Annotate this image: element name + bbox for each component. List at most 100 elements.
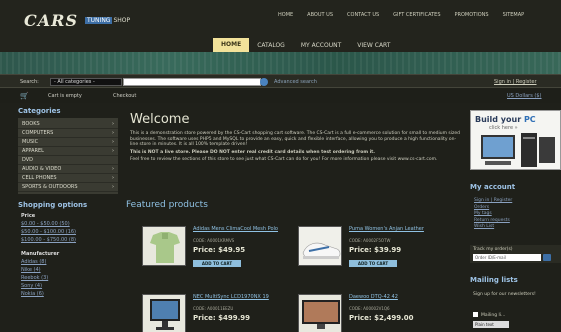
- tuning-badge: TUNING: [85, 17, 113, 24]
- ad-title: Build your PC: [475, 115, 536, 124]
- tuning-shop-label: TUNING SHOP: [85, 17, 130, 24]
- category-item[interactable]: SPORTS & OUTDOORS ›: [18, 183, 118, 192]
- add-to-cart-button[interactable]: ADD TO CART: [349, 260, 397, 267]
- welcome-paragraph: This is a demonstration store powered by…: [130, 131, 461, 147]
- category-item[interactable]: BOOKS ›: [18, 120, 118, 129]
- product-price: Price: $499.99: [193, 314, 250, 322]
- product-image[interactable]: [298, 226, 342, 266]
- product-card: Daewoo DTQ-42 42 CODE: A00002V1Q6 Price:…: [298, 294, 458, 332]
- tab-home[interactable]: HOME: [213, 38, 250, 52]
- category-item[interactable]: MUSIC ›: [18, 138, 118, 147]
- category-item[interactable]: DVD: [18, 156, 118, 165]
- chevron-right-icon: ›: [112, 139, 114, 145]
- product-name-link[interactable]: Daewoo DTQ-42 42: [349, 294, 459, 300]
- manufacturer-link[interactable]: Sony (4): [18, 282, 118, 290]
- currency-select[interactable]: US Dollars ($): [507, 93, 542, 99]
- chevron-right-icon: ›: [112, 166, 114, 172]
- top-link-sitemap[interactable]: SITEMAP: [503, 12, 525, 18]
- account-links: Sign in | Register Orders My tags Return…: [474, 198, 559, 231]
- product-name-link[interactable]: NEC MultiSync LCD1970NX 19: [193, 294, 303, 300]
- cart-status[interactable]: Cart is empty: [48, 93, 82, 99]
- category-select[interactable]: - All categories -: [50, 78, 122, 86]
- tab-catalog[interactable]: CATALOG: [249, 40, 293, 52]
- site-logo[interactable]: CARS: [24, 11, 78, 30]
- track-order-input[interactable]: Order ID/E-mail: [473, 254, 541, 261]
- checkout-link[interactable]: Checkout: [113, 93, 136, 99]
- product-name-link[interactable]: Adidas Mens ClimaCool Mesh Polo: [193, 226, 303, 232]
- shop-text: SHOP: [113, 17, 131, 24]
- price-range-link[interactable]: $0.00 - $50.00 (50): [18, 220, 118, 228]
- product-price: Price: $49.95: [193, 246, 246, 254]
- chevron-right-icon: ›: [112, 175, 114, 181]
- header-banner: [0, 52, 561, 74]
- chevron-right-icon: ›: [112, 121, 114, 127]
- account-link-wishlist[interactable]: Wish List: [474, 224, 559, 231]
- product-code: CODE: A00011EEZU: [193, 306, 234, 311]
- welcome-text: This is a demonstration store powered by…: [130, 131, 460, 165]
- computer-icon: [481, 133, 555, 167]
- price-range-link[interactable]: $100.00 - $750.00 (8): [18, 236, 118, 244]
- chevron-right-icon: ›: [112, 148, 114, 154]
- top-links: HOME ABOUT US CONTACT US GIFT CERTIFICAT…: [278, 12, 524, 18]
- top-link-about[interactable]: ABOUT US: [307, 12, 333, 18]
- product-price: Price: $39.99: [349, 246, 402, 254]
- advanced-search-link[interactable]: Advanced search: [274, 79, 317, 85]
- welcome-title: Welcome: [130, 112, 190, 127]
- main-tabs: HOME CATALOG MY ACCOUNT VIEW CART: [213, 38, 398, 52]
- my-account-title: My account: [470, 183, 516, 191]
- cart-bar: 🛒 Cart is empty Checkout US Dollars ($): [0, 89, 561, 103]
- product-card: Adidas Mens ClimaCool Mesh Polo CODE: A0…: [142, 226, 302, 270]
- manufacturer-link[interactable]: Reebok (3): [18, 274, 118, 282]
- track-order-label: Track my order(s): [473, 247, 513, 252]
- mailing-text: Sign up for our newsletters!: [473, 292, 536, 297]
- mailing-lists-title: Mailing lists: [470, 276, 518, 284]
- category-item[interactable]: APPAREL ›: [18, 147, 118, 156]
- manufacturer-filter-title: Manufacturer: [21, 251, 60, 257]
- search-label: Search:: [20, 79, 39, 85]
- manufacturer-link[interactable]: Adidas (8): [18, 258, 118, 266]
- product-name-link[interactable]: Puma Women's Anjan Leather: [349, 226, 459, 232]
- product-price: Price: $2,499.00: [349, 314, 414, 322]
- category-list: BOOKS › COMPUTERS › MUSIC › APPAREL › DVD AU…: [18, 118, 118, 194]
- mailing-list-option[interactable]: Mailing li...: [473, 312, 505, 318]
- product-code: CODE: A00002V1Q6: [349, 306, 390, 311]
- top-link-promotions[interactable]: PROMOTIONS: [455, 12, 489, 18]
- track-order-box: Track my order(s) Order ID/E-mail: [470, 245, 561, 263]
- mailing-checkbox[interactable]: [473, 312, 478, 317]
- top-link-home[interactable]: HOME: [278, 12, 293, 18]
- build-your-pc-banner[interactable]: Build your PC click here »: [470, 110, 561, 170]
- product-card: Puma Women's Anjan Leather CODE: A0002F5…: [298, 226, 458, 270]
- left-sidebar: Categories BOOKS › COMPUTERS › MUSIC › APPA…: [18, 107, 118, 298]
- ad-click-link[interactable]: click here »: [489, 125, 518, 131]
- category-item[interactable]: COMPUTERS ›: [18, 129, 118, 138]
- manufacturer-link[interactable]: Nike (4): [18, 266, 118, 274]
- product-image[interactable]: [142, 226, 186, 266]
- categories-title: Categories: [18, 107, 61, 115]
- product-code: CODE: A0001KRMVS: [193, 238, 235, 243]
- mailing-format-select[interactable]: Plain text: [473, 321, 509, 328]
- sign-in-register-link[interactable]: Sign in | Register: [494, 79, 537, 85]
- tab-my-account[interactable]: MY ACCOUNT: [293, 40, 349, 52]
- category-item[interactable]: CELL PHONES ›: [18, 174, 118, 183]
- product-image[interactable]: [142, 294, 186, 332]
- manufacturer-link[interactable]: Nokia (6): [18, 290, 118, 298]
- chevron-right-icon: ›: [112, 130, 114, 136]
- product-card: NEC MultiSync LCD1970NX 19 CODE: A00011E…: [142, 294, 302, 332]
- top-link-contact[interactable]: CONTACT US: [347, 12, 379, 18]
- category-item[interactable]: AUDIO & VIDEO ›: [18, 165, 118, 174]
- tab-view-cart[interactable]: VIEW CART: [349, 40, 398, 52]
- warning-paragraph: This is NOT a live store. Please DO NOT …: [130, 149, 375, 155]
- price-range-link[interactable]: $50.00 - $100.00 (16): [18, 228, 118, 236]
- search-go-icon[interactable]: [260, 78, 268, 86]
- info-paragraph: Feel free to review the sections of this…: [130, 157, 438, 162]
- chevron-right-icon: ›: [112, 184, 114, 190]
- track-go-button[interactable]: [543, 254, 551, 261]
- cart-icon[interactable]: 🛒: [20, 92, 29, 100]
- price-filter-title: Price: [21, 213, 36, 219]
- product-image[interactable]: [298, 294, 342, 332]
- shopping-options-title: Shopping options: [18, 201, 88, 209]
- add-to-cart-button[interactable]: ADD TO CART: [193, 260, 241, 267]
- product-code: CODE: A0002F5OTW: [349, 238, 391, 243]
- search-input[interactable]: [123, 78, 261, 86]
- top-link-gift[interactable]: GIFT CERTIFICATES: [393, 12, 440, 18]
